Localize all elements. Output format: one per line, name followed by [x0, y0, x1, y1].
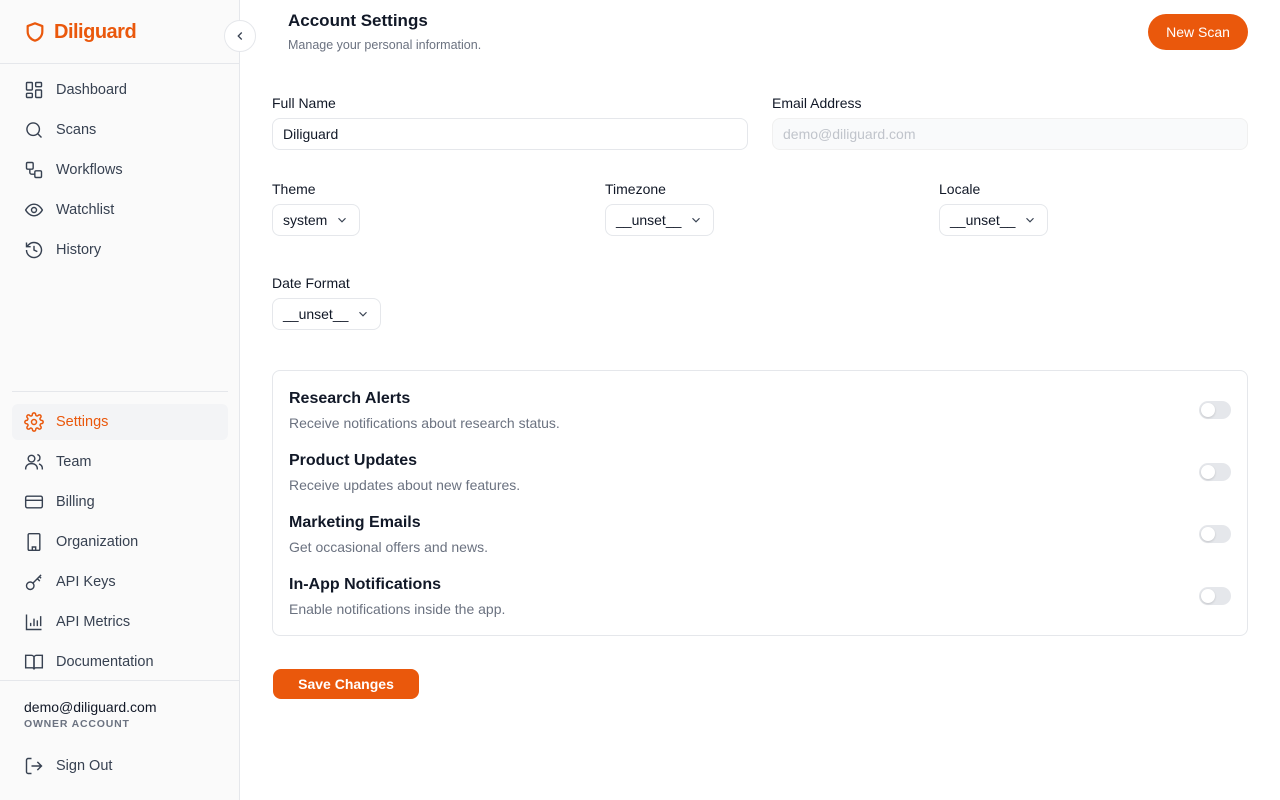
page-subtitle: Manage your personal information. [288, 38, 482, 52]
bar-chart-icon [25, 614, 42, 631]
notif-desc-marketing-emails: Get occasional offers and news. [289, 539, 488, 555]
toggle-knob [1201, 403, 1215, 417]
notif-title-in-app-notifications: In-App Notifications [289, 576, 441, 593]
shield-icon [26, 22, 44, 42]
chevron-down-icon [1026, 217, 1035, 223]
sidebar-item-documentation[interactable]: Documentation [12, 644, 228, 680]
new-scan-button[interactable]: New Scan [1148, 14, 1248, 50]
chevron-down-icon [338, 217, 347, 223]
marketing-emails-toggle[interactable] [1199, 525, 1231, 543]
key-icon [25, 574, 42, 591]
sidebar-item-label: History [56, 242, 102, 258]
users-icon [24, 453, 44, 470]
credit-card-icon [24, 495, 44, 509]
sidebar-item-label: Dashboard [56, 82, 127, 98]
sidebar: Diliguard Dashboard Scans Workflows Watc… [0, 0, 240, 800]
workflow-icon [25, 161, 43, 179]
sign-out-icon [25, 757, 43, 775]
email-label: Email Address [772, 95, 862, 111]
history-icon [25, 241, 43, 259]
notif-title-research-alerts: Research Alerts [289, 390, 411, 407]
chevron-down-icon [359, 311, 368, 317]
notif-desc-research-alerts: Receive notifications about research sta… [289, 415, 560, 431]
locale-label: Locale [939, 181, 981, 197]
notif-title-marketing-emails: Marketing Emails [289, 514, 421, 531]
divider [0, 63, 240, 64]
full-name-input[interactable] [272, 118, 748, 150]
notification-preferences-card: Research Alerts Receive notifications ab… [272, 370, 1248, 636]
sidebar-item-settings[interactable]: Settings [12, 404, 228, 440]
notif-desc-product-updates: Receive updates about new features. [289, 477, 521, 493]
in-app-notifications-toggle[interactable] [1199, 587, 1231, 605]
dashboard-icon [25, 81, 43, 99]
divider [0, 680, 240, 681]
sidebar-item-label: Organization [56, 534, 139, 550]
date-format-value: __unset__ [283, 306, 349, 322]
theme-value: system [283, 212, 328, 228]
notif-desc-in-app-notifications: Enable notifications inside the app. [289, 601, 506, 617]
eye-icon [24, 203, 44, 217]
brand-name: Diliguard [54, 20, 137, 43]
date-format-label: Date Format [272, 275, 350, 291]
sidebar-item-label: Scans [56, 122, 97, 138]
sidebar-item-label: API Keys [56, 574, 116, 590]
toggle-knob [1201, 527, 1215, 541]
sidebar-item-label: API Metrics [56, 614, 131, 630]
sidebar-item-api-metrics[interactable]: API Metrics [12, 604, 228, 640]
sidebar-item-watchlist[interactable]: Watchlist [12, 192, 228, 228]
save-changes-button[interactable]: Save Changes [273, 669, 419, 699]
brand-logo[interactable]: Diliguard [24, 18, 137, 46]
search-icon [26, 122, 43, 139]
sidebar-item-label: Documentation [56, 654, 154, 670]
building-icon [27, 532, 41, 552]
sidebar-item-billing[interactable]: Billing [12, 484, 228, 520]
sign-out-button[interactable]: Sign Out [12, 748, 228, 784]
sidebar-item-scans[interactable]: Scans [12, 112, 228, 148]
full-name-label: Full Name [272, 95, 336, 111]
user-role: OWNER ACCOUNT [24, 718, 130, 730]
locale-value: __unset__ [950, 212, 1016, 228]
sidebar-item-organization[interactable]: Organization [12, 524, 228, 560]
collapse-sidebar-button[interactable] [224, 20, 256, 52]
chevron-left-icon [237, 32, 243, 40]
chevron-down-icon [692, 217, 701, 223]
research-alerts-toggle[interactable] [1199, 401, 1231, 419]
sidebar-item-label: Billing [56, 494, 95, 510]
sidebar-item-dashboard[interactable]: Dashboard [12, 72, 228, 108]
notif-title-product-updates: Product Updates [289, 452, 418, 469]
sidebar-item-history[interactable]: History [12, 232, 228, 268]
book-icon [24, 654, 44, 670]
date-format-select[interactable]: __unset__ [272, 298, 382, 330]
sign-out-label: Sign Out [56, 758, 113, 774]
sidebar-item-label: Watchlist [56, 202, 115, 218]
timezone-select[interactable]: __unset__ [605, 204, 715, 236]
timezone-label: Timezone [605, 181, 666, 197]
sidebar-item-label: Settings [56, 414, 109, 430]
toggle-knob [1201, 589, 1215, 603]
sidebar-item-label: Team [56, 454, 92, 470]
gear-icon [24, 412, 44, 432]
sidebar-item-team[interactable]: Team [12, 444, 228, 480]
timezone-value: __unset__ [616, 212, 682, 228]
sidebar-item-workflows[interactable]: Workflows [12, 152, 228, 188]
email-input [772, 118, 1248, 150]
product-updates-toggle[interactable] [1199, 463, 1231, 481]
divider [12, 391, 228, 392]
locale-select[interactable]: __unset__ [939, 204, 1049, 236]
theme-select[interactable]: system [272, 204, 361, 236]
theme-label: Theme [272, 181, 316, 197]
sidebar-item-label: Workflows [56, 162, 123, 178]
page-title: Account Settings [288, 11, 428, 30]
toggle-knob [1201, 465, 1215, 479]
user-email: demo@diliguard.com [24, 699, 157, 715]
sidebar-item-api-keys[interactable]: API Keys [12, 564, 228, 600]
